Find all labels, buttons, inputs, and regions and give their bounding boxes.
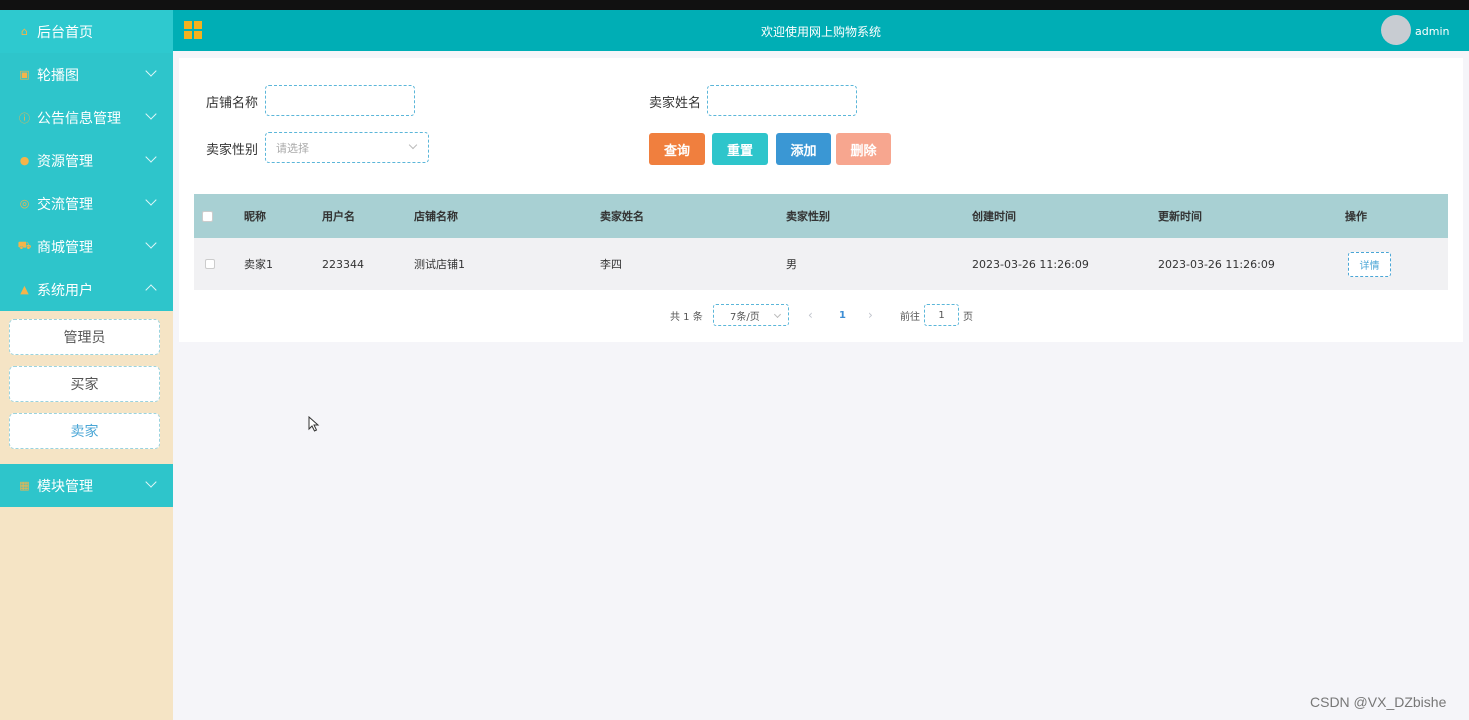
column-header-username: 用户名: [322, 210, 355, 223]
cell-username: 223344: [322, 257, 364, 271]
chevron-down-icon: [145, 65, 157, 77]
chevron-down-icon: [145, 476, 157, 488]
column-header-shop-name: 店铺名称: [414, 210, 458, 223]
sidebar-item-resources[interactable]: ● 资源管理: [0, 139, 173, 182]
column-header-seller-name: 卖家姓名: [600, 210, 644, 223]
select-placeholder: 请选择: [276, 141, 309, 155]
username[interactable]: admin: [1415, 25, 1449, 38]
seller-name-label: 卖家姓名: [649, 96, 702, 111]
image-icon: ▣: [19, 68, 30, 81]
sidebar-item-carousel[interactable]: ▣ 轮播图: [0, 53, 173, 96]
prev-page-icon[interactable]: ‹: [808, 304, 813, 326]
column-header-nickname: 昵称: [244, 210, 266, 223]
sidebar-item-modules[interactable]: ▦ 模块管理: [0, 464, 173, 507]
cell-seller-name: 李四: [600, 258, 622, 271]
seller-name-input[interactable]: [707, 85, 857, 116]
row-checkbox[interactable]: [205, 259, 215, 269]
goto-label: 前往: [900, 311, 920, 323]
query-button[interactable]: 查询: [649, 133, 705, 165]
home-icon: ⌂: [21, 25, 28, 38]
top-strip: [0, 0, 1469, 10]
cell-gender: 男: [786, 258, 797, 271]
page-size-value: 7条/页: [730, 311, 760, 323]
sidebar-item-label: 模块管理: [37, 478, 93, 495]
submenu-item-seller[interactable]: 卖家: [9, 413, 160, 449]
next-page-icon[interactable]: ›: [868, 304, 873, 326]
shop-name-label: 店铺名称: [206, 96, 259, 111]
chevron-up-icon: [145, 284, 157, 296]
table-row: 卖家1 223344 测试店铺1 李四 男 2023-03-26 11:26:0…: [194, 238, 1448, 290]
submenu-item-buyer[interactable]: 买家: [9, 366, 160, 402]
delete-button[interactable]: 删除: [836, 133, 891, 165]
reset-button[interactable]: 重置: [712, 133, 768, 165]
column-header-gender: 卖家性别: [786, 210, 830, 223]
page-size-select[interactable]: 7条/页: [713, 304, 789, 326]
top-header: 欢迎使用网上购物系统 admin: [173, 10, 1469, 51]
sidebar-item-label: 资源管理: [37, 153, 93, 170]
sidebar-item-label: 系统用户: [37, 282, 93, 299]
submenu-item-admin[interactable]: 管理员: [9, 319, 160, 355]
system-users-submenu: 管理员 买家 卖家: [0, 311, 173, 464]
settings-icon: ◎: [19, 197, 30, 210]
sidebar-item-communication[interactable]: ◎ 交流管理: [0, 182, 173, 225]
select-all-checkbox[interactable]: [202, 210, 213, 222]
data-table: 昵称 用户名 店铺名称 卖家姓名 卖家性别 创建时间 更新时间 操作 卖家1 2…: [194, 194, 1448, 290]
location-icon: ●: [19, 154, 30, 167]
cell-updated: 2023-03-26 11:26:09: [1158, 257, 1275, 271]
column-header-action: 操作: [1345, 210, 1367, 223]
sidebar: ⌂ 后台首页 ▣ 轮播图 ⓘ 公告信息管理 ● 资源管理 ◎ 交流管理 ⛟ 商城…: [0, 10, 173, 720]
sidebar-item-mall[interactable]: ⛟ 商城管理: [0, 225, 173, 268]
chevron-down-icon: [408, 140, 418, 150]
page-number[interactable]: 1: [839, 304, 846, 326]
detail-button[interactable]: 详情: [1348, 251, 1391, 277]
page-suffix: 页: [963, 311, 973, 323]
grid-icon: ▦: [19, 479, 30, 492]
user-icon: ▲: [20, 283, 29, 296]
cart-icon: ⛟: [17, 239, 32, 252]
cell-created: 2023-03-26 11:26:09: [972, 257, 1089, 271]
chevron-down-icon: [145, 151, 157, 163]
main-panel: 店铺名称 卖家姓名 卖家性别 请选择 查询 重置 添加 删除 昵称 用户名 店铺…: [179, 58, 1463, 342]
cell-nickname: 卖家1: [244, 258, 273, 271]
sidebar-item-system-users[interactable]: ▲ 系统用户: [0, 268, 173, 311]
seller-gender-select[interactable]: 请选择: [265, 132, 429, 163]
watermark: CSDN @VX_DZbishe: [1310, 694, 1447, 710]
mouse-cursor-icon: [308, 416, 320, 432]
chevron-down-icon: [145, 237, 157, 249]
pagination-total: 共 1 条: [670, 311, 703, 323]
column-header-created[interactable]: 创建时间: [972, 194, 1016, 238]
sidebar-item-label: 后台首页: [37, 24, 93, 41]
goto-page-input[interactable]: 1: [924, 304, 959, 326]
sidebar-item-label: 商城管理: [37, 239, 93, 256]
sidebar-item-announcements[interactable]: ⓘ 公告信息管理: [0, 96, 173, 139]
header-title: 欢迎使用网上购物系统: [760, 25, 881, 39]
seller-gender-label: 卖家性别: [206, 143, 259, 158]
info-icon: ⓘ: [19, 111, 30, 125]
chevron-down-icon: [773, 310, 782, 319]
chevron-down-icon: [145, 108, 157, 120]
chevron-down-icon: [145, 194, 157, 206]
column-header-updated[interactable]: 更新时间: [1158, 194, 1202, 238]
pagination: 共 1 条 7条/页 ‹ 1 › 前往 1 页: [179, 304, 1463, 326]
avatar[interactable]: [1381, 15, 1411, 45]
sidebar-item-label: 公告信息管理: [37, 110, 121, 127]
sidebar-item-label: 交流管理: [37, 196, 93, 213]
shop-name-input[interactable]: [265, 85, 415, 116]
sidebar-item-label: 轮播图: [37, 67, 79, 84]
cell-shop-name: 测试店铺1: [414, 258, 465, 271]
sidebar-item-home[interactable]: ⌂ 后台首页: [0, 10, 173, 53]
add-button[interactable]: 添加: [776, 133, 831, 165]
table-header: 昵称 用户名 店铺名称 卖家姓名 卖家性别 创建时间 更新时间 操作: [194, 194, 1448, 238]
